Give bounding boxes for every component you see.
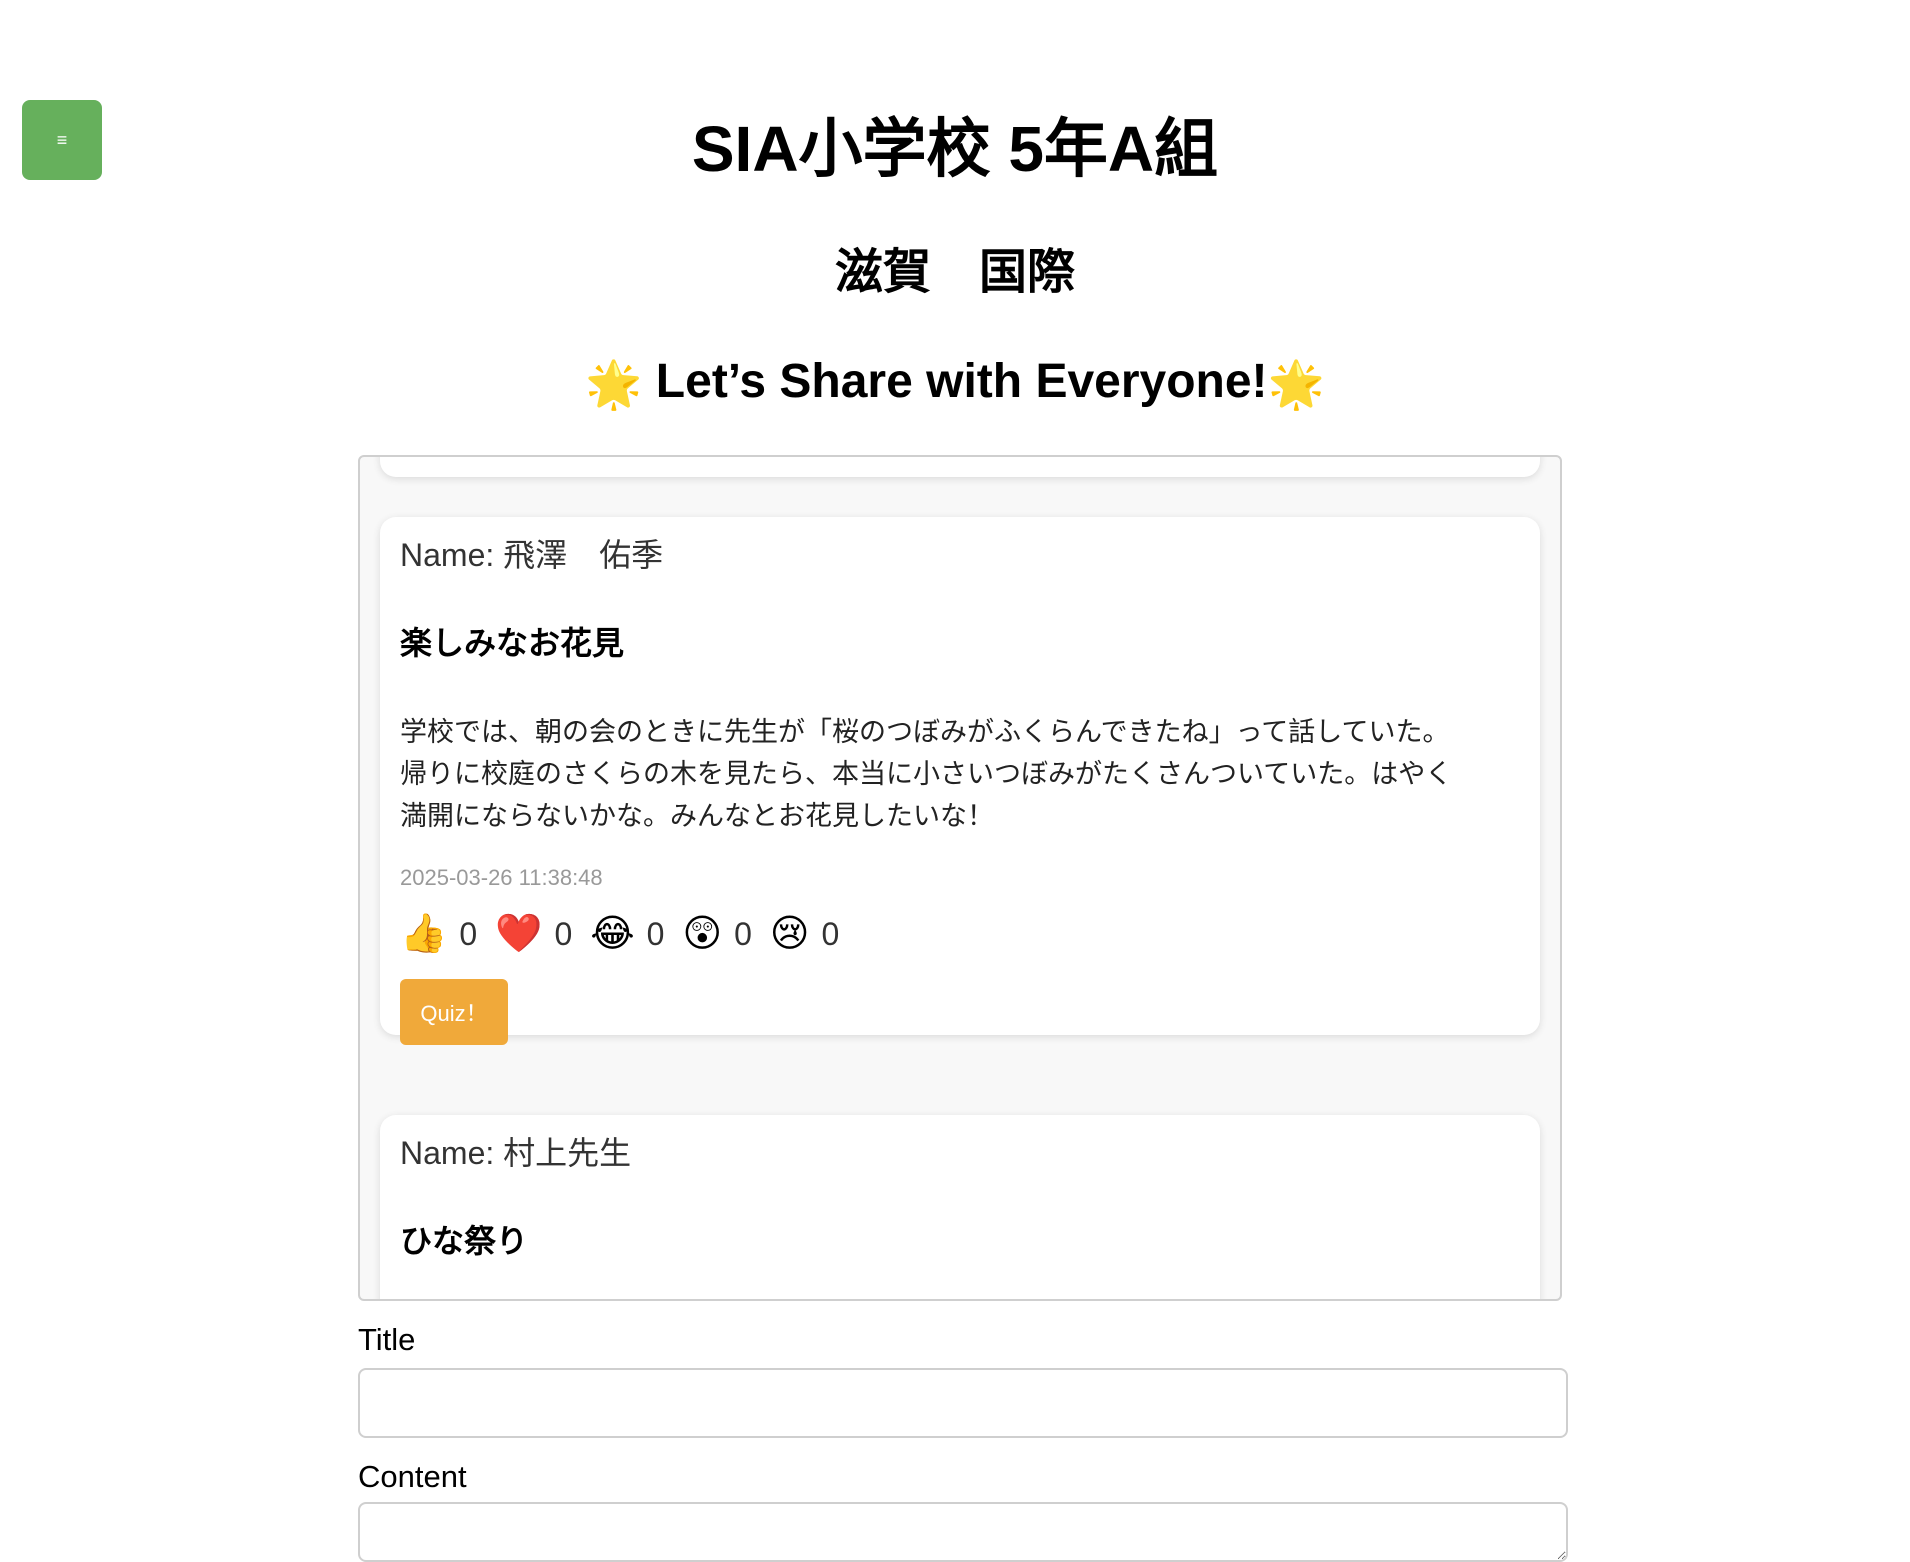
reaction-count: 0 — [734, 915, 752, 952]
surprised-face-icon: 😲 — [682, 913, 723, 955]
reaction-count: 0 — [821, 915, 840, 952]
reaction-laugh[interactable]: 😂 0 — [590, 915, 664, 953]
post-author: Name: 飛澤 佑季 — [400, 537, 664, 573]
reaction-count: 0 — [554, 915, 573, 952]
class-name: 滋賀 国際 — [834, 246, 1075, 299]
posts-feed[interactable]: Name: 飛澤 佑季 楽しみなお花見 学校では、朝の会のときに先生が「桜のつぼ… — [358, 455, 1562, 1301]
reaction-thumbs-up[interactable]: 👍 0 — [400, 915, 477, 953]
post-card: Name: 飛澤 佑季 楽しみなお花見 学校では、朝の会のときに先生が「桜のつぼ… — [380, 517, 1540, 1045]
reaction-count: 0 — [459, 915, 478, 952]
post-title: ひな祭り — [400, 1223, 529, 1259]
reaction-surprised[interactable]: 😲 0 — [682, 915, 751, 953]
reaction-crying[interactable]: 😢 0 — [770, 915, 839, 953]
post-card — [380, 457, 1540, 477]
reaction-bar: 👍 0 ❤️ 0 😂 0 😲 0 😢 0 — [400, 909, 1520, 959]
content-label: Content — [358, 1459, 467, 1494]
title-input[interactable] — [358, 1368, 1568, 1438]
glowing-star-icon: 🌟 — [1267, 358, 1325, 411]
post-timestamp: 2025-03-26 11:38:48 — [400, 865, 603, 890]
post-body: 学校では、朝の会のときに先生が「桜のつぼみがふくらんできたね」って話していた。 … — [400, 717, 1453, 831]
glowing-star-icon: 🌟 — [585, 358, 643, 411]
post-author: Name: 村上先生 — [400, 1135, 632, 1171]
reaction-count: 0 — [646, 915, 665, 952]
post-title: 楽しみなお花見 — [400, 625, 625, 661]
laughing-face-icon: 😂 — [590, 913, 635, 955]
quiz-button[interactable]: Quiz！ — [400, 979, 508, 1045]
crying-face-icon: 😢 — [769, 913, 810, 955]
heart-icon: ❤️ — [495, 913, 543, 955]
post-card: Name: 村上先生 ひな祭り — [380, 1115, 1540, 1299]
reaction-heart[interactable]: ❤️ 0 — [495, 915, 572, 953]
banner-text: Let’s Share with Everyone! — [655, 355, 1268, 408]
page-title: SIA小学校 5年A組 — [691, 113, 1219, 185]
banner-heading: 🌟 Let’s Share with Everyone!🌟 — [0, 350, 1910, 414]
title-label: Title — [358, 1322, 416, 1357]
content-textarea[interactable] — [358, 1502, 1568, 1562]
thumbs-up-icon: 👍 — [400, 913, 448, 955]
